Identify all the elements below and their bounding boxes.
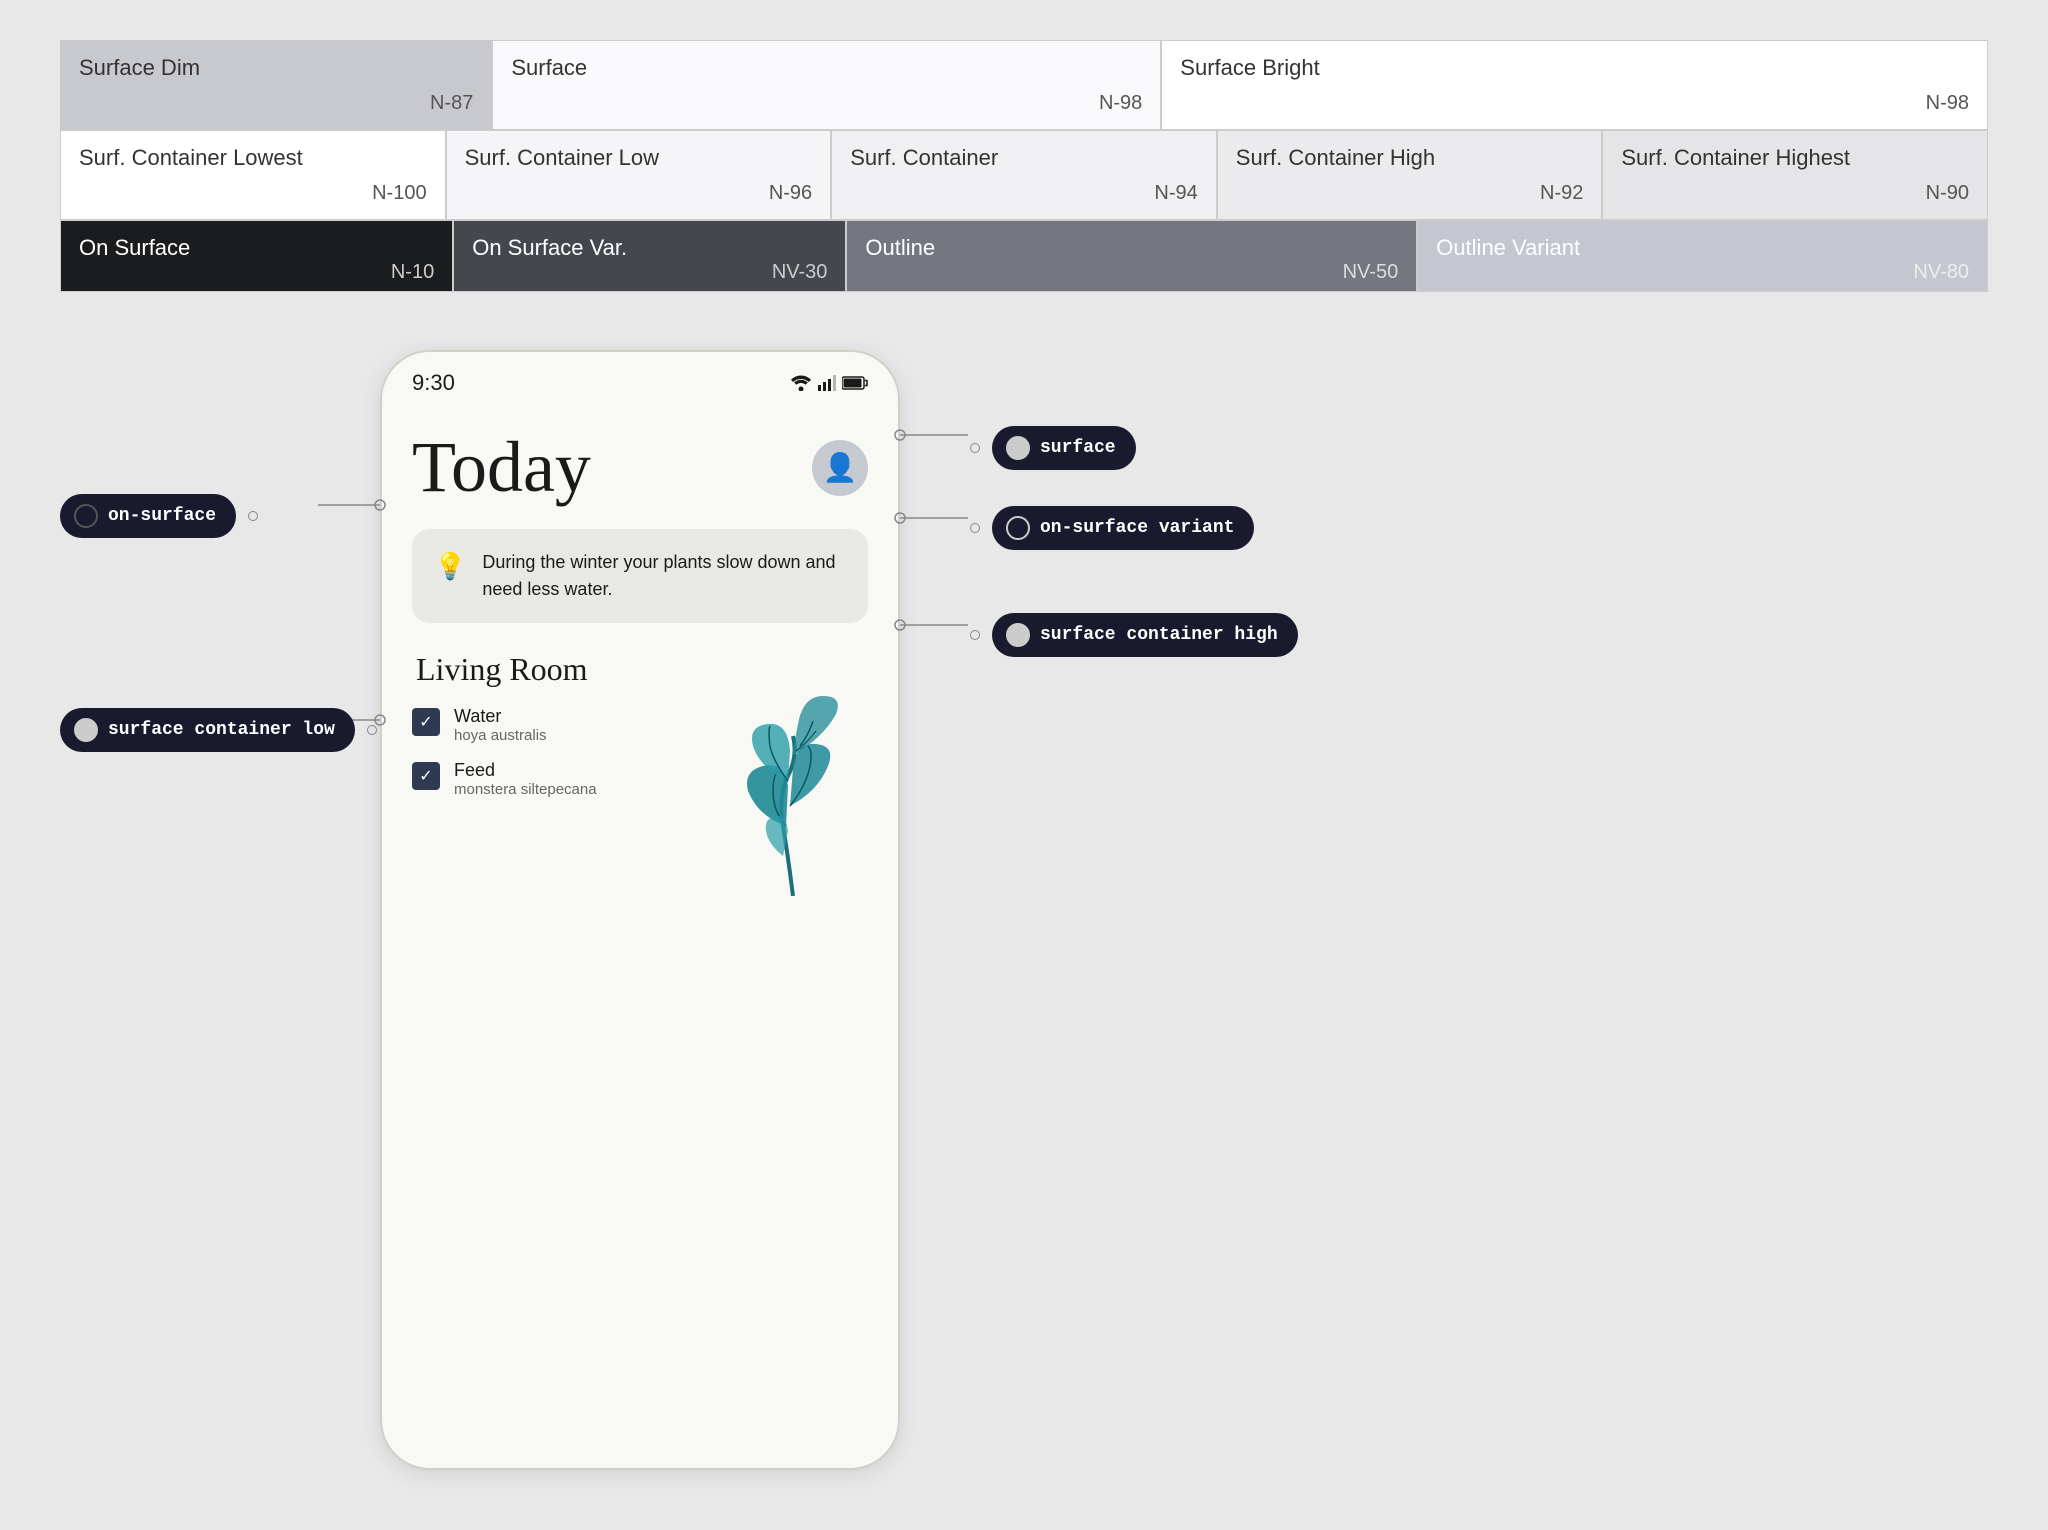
section-title: Living Room — [412, 651, 868, 688]
on-surface-var-label: On Surface Var. — [472, 235, 827, 261]
annotation-circle-surface — [1006, 436, 1030, 460]
annotation-badge-low: surface container low — [60, 708, 355, 752]
surf-highest-label: Surf. Container Highest — [1621, 145, 1969, 171]
cell-on-surface: On Surface N-10 — [60, 220, 453, 292]
info-card: 💡 During the winter your plants slow dow… — [412, 529, 868, 623]
annotation-surface-container-high: surface container high — [970, 613, 1298, 657]
phone-content: Today 👤 💡 During the winter your plants … — [382, 406, 898, 834]
surface-value: N-98 — [511, 92, 1142, 115]
surf-lowest-label: Surf. Container Lowest — [79, 145, 427, 171]
check-icon-2: ✓ — [419, 766, 432, 786]
checkbox-2[interactable]: ✓ — [412, 762, 440, 790]
surface-dim-value: N-87 — [79, 92, 473, 115]
annotation-dot-high — [970, 630, 980, 640]
cell-surface: Surface N-98 — [492, 40, 1161, 130]
battery-icon — [842, 376, 868, 390]
phone-status-icons — [790, 375, 868, 391]
signal-icon — [818, 375, 836, 391]
cell-surf-low: Surf. Container Low N-96 — [446, 130, 832, 220]
on-surface-var-value: NV-30 — [472, 261, 827, 284]
surf-lowest-value: N-100 — [79, 182, 427, 205]
plant-illustration — [728, 696, 858, 886]
check-icon-1: ✓ — [419, 712, 432, 732]
annotation-badge-variant: on-surface variant — [992, 506, 1254, 550]
surf-highest-value: N-90 — [1621, 182, 1969, 205]
surf-high-value: N-92 — [1236, 182, 1584, 205]
cell-surface-bright: Surface Bright N-98 — [1161, 40, 1988, 130]
lightbulb-icon: 💡 — [434, 551, 466, 582]
annotation-text-variant: on-surface variant — [1040, 518, 1234, 538]
annotation-badge-high: surface container high — [992, 613, 1298, 657]
annotation-circle-high — [1006, 623, 1030, 647]
wifi-icon — [790, 375, 812, 391]
surface-bright-value: N-98 — [1180, 92, 1969, 115]
outline-label: Outline — [865, 235, 1398, 261]
annotation-dot-low — [367, 725, 377, 735]
annotation-badge-surface: surface — [992, 426, 1136, 470]
surface-bright-label: Surface Bright — [1180, 55, 1969, 81]
surf-low-label: Surf. Container Low — [465, 145, 813, 171]
annotation-text-low: surface container low — [108, 720, 335, 740]
phone-frame: 9:30 — [380, 350, 900, 1470]
avatar-button[interactable]: 👤 — [812, 440, 868, 496]
cell-surf-lowest: Surf. Container Lowest N-100 — [60, 130, 446, 220]
phone-status-bar: 9:30 — [382, 352, 898, 406]
info-card-text: During the winter your plants slow down … — [482, 549, 846, 603]
annotation-text-high: surface container high — [1040, 625, 1278, 645]
cell-surf-highest: Surf. Container Highest N-90 — [1602, 130, 1988, 220]
palette-row-1: Surface Dim N-87 Surface N-98 Surface Br… — [60, 40, 1988, 130]
surf-container-value: N-94 — [850, 182, 1198, 205]
surf-container-label: Surf. Container — [850, 145, 1198, 171]
outline-value: NV-50 — [865, 261, 1398, 284]
phone-time: 9:30 — [412, 370, 455, 396]
annotation-badge-on-surface: on-surface — [60, 494, 236, 538]
palette-section: Surface Dim N-87 Surface N-98 Surface Br… — [60, 40, 1988, 292]
annotation-dot-variant — [970, 523, 980, 533]
task-plant-2: monstera siltepecana — [454, 781, 597, 798]
annotation-on-surface: on-surface — [60, 494, 258, 538]
checkbox-1[interactable]: ✓ — [412, 708, 440, 736]
phone-header: Today 👤 — [412, 426, 868, 509]
cell-surf-container: Surf. Container N-94 — [831, 130, 1217, 220]
cell-surf-high: Surf. Container High N-92 — [1217, 130, 1603, 220]
task-plant-1: hoya australis — [454, 727, 547, 744]
on-surface-value: N-10 — [79, 261, 434, 284]
surface-dim-label: Surface Dim — [79, 55, 473, 81]
surf-high-label: Surf. Container High — [1236, 145, 1584, 171]
outline-variant-value: NV-80 — [1436, 261, 1969, 284]
annotation-dot-surface — [970, 443, 980, 453]
person-icon: 👤 — [823, 451, 858, 484]
cell-surface-dim: Surface Dim N-87 — [60, 40, 492, 130]
phone-title: Today — [412, 426, 591, 509]
cell-outline: Outline NV-50 — [846, 220, 1417, 292]
annotation-surface-container-low: surface container low — [60, 708, 377, 752]
annotation-dot-on-surface — [248, 511, 258, 521]
surface-label: Surface — [511, 55, 1142, 81]
cell-outline-variant: Outline Variant NV-80 — [1417, 220, 1988, 292]
palette-row-3: On Surface N-10 On Surface Var. NV-30 Ou… — [60, 220, 1988, 292]
surf-low-value: N-96 — [465, 182, 813, 205]
on-surface-label: On Surface — [79, 235, 434, 261]
cell-on-surface-var: On Surface Var. NV-30 — [453, 220, 846, 292]
outline-variant-label: Outline Variant — [1436, 235, 1969, 261]
annotation-text-on-surface: on-surface — [108, 506, 216, 526]
annotation-circle-variant — [1006, 516, 1030, 540]
mockup-area: 9:30 — [0, 330, 2048, 1518]
palette-row-2: Surf. Container Lowest N-100 Surf. Conta… — [60, 130, 1988, 220]
task-action-1: Water — [454, 706, 547, 727]
annotation-circle-low — [74, 718, 98, 742]
annotation-text-surface: surface — [1040, 438, 1116, 458]
annotation-surface: surface — [970, 426, 1136, 470]
task-action-2: Feed — [454, 760, 597, 781]
annotation-circle-on-surface — [74, 504, 98, 528]
annotation-on-surface-variant: on-surface variant — [970, 506, 1254, 550]
